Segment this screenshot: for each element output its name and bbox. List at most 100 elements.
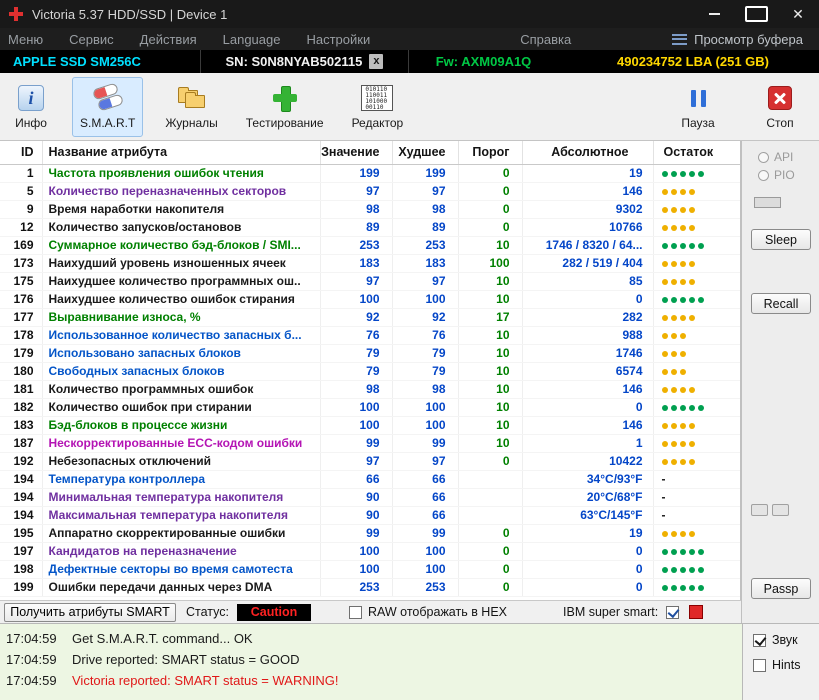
api-radio-label: API — [774, 150, 794, 164]
buffer-view-button[interactable]: Просмотр буфера — [672, 32, 819, 47]
log-panel: 17:04:59 Get S.M.A.R.T. command... OK 17:0… — [0, 623, 742, 700]
smart-attributes-table: ID Название атрибута Значение Худшее Пор… — [0, 141, 741, 600]
table-row[interactable]: 177 Выравнивание износа, % 92 92 17 282 — [0, 308, 740, 327]
attr-worst: 253 — [392, 236, 459, 255]
attr-id: 199 — [0, 578, 43, 597]
table-row[interactable]: 194 Максимальная температура накопителя 90… — [0, 506, 740, 525]
menu-item-0[interactable]: Меню — [8, 32, 43, 47]
header-worst[interactable]: Худшее — [392, 141, 459, 165]
attr-worst: 199 — [392, 164, 459, 183]
attr-name: Наихудшее количество ошибок стирания — [42, 290, 321, 309]
journals-tab-button[interactable]: Журналы — [157, 77, 225, 137]
header-name[interactable]: Название атрибута — [42, 141, 321, 165]
attr-worst: 100 — [392, 560, 459, 579]
table-row[interactable]: 187 Нескорректированные ECC-кодом ошибки 9… — [0, 434, 740, 453]
status-label: Статус: — [186, 605, 229, 619]
attr-threshold: 0 — [458, 200, 523, 219]
editor-tab-button[interactable]: 010110 110011 101000 00110 Редактор — [344, 77, 412, 137]
table-row[interactable]: 1 Частота проявления ошибок чтения 199 199 0… — [0, 164, 740, 183]
attr-worst: 89 — [392, 218, 459, 237]
menu-item-5[interactable]: Справка — [520, 32, 571, 47]
table-row[interactable]: 179 Использовано запасных блоков 79 79 10 174… — [0, 344, 740, 363]
pio-radio[interactable]: PIO — [758, 168, 795, 182]
stop-button[interactable]: Стоп — [751, 77, 809, 137]
menu-bar: Меню Сервис Действия Language Настройки Справ… — [0, 28, 819, 50]
header-absolute[interactable]: Абсолютное — [522, 141, 654, 165]
log-entry: 17:04:59 Drive reported: SMART status = G… — [0, 649, 742, 670]
raw-hex-checkbox[interactable]: RAW отображать в HEX — [349, 605, 507, 619]
api-radio[interactable]: API — [758, 150, 793, 164]
maximize-button[interactable] — [735, 0, 777, 28]
log-message: Drive reported: SMART status = GOOD — [72, 652, 300, 667]
attr-value: 99 — [320, 524, 393, 543]
table-row[interactable]: 9 Время наработки накопителя 98 98 0 9302 — [0, 200, 740, 219]
table-row[interactable]: 12 Количество запусков/остановов 89 89 0 1076… — [0, 218, 740, 237]
sound-checkbox[interactable]: Звук — [753, 633, 819, 647]
header-value[interactable]: Значение — [320, 141, 393, 165]
table-row[interactable]: 175 Наихудшее количество программных ош..… — [0, 272, 740, 291]
testing-tab-button[interactable]: Тестирование — [238, 77, 332, 137]
attr-id: 194 — [0, 506, 43, 525]
menu-item-3[interactable]: Language — [223, 32, 281, 47]
menu-item-4[interactable]: Настройки — [306, 32, 370, 47]
table-row[interactable]: 198 Дефектные секторы во время самотеста 1… — [0, 560, 740, 579]
get-smart-attributes-button[interactable]: Получить атрибуты SMART — [4, 602, 176, 622]
sleep-button[interactable]: Sleep — [751, 229, 811, 250]
recall-button[interactable]: Recall — [751, 293, 811, 314]
table-row[interactable]: 199 Ошибки передачи данных через DMA 253 25… — [0, 578, 740, 597]
attr-name: Время наработки накопителя — [42, 200, 321, 219]
header-threshold[interactable]: Порог — [458, 141, 523, 165]
attr-absolute: 6574 — [522, 362, 654, 381]
attr-name: Максимальная температура накопителя — [42, 506, 321, 525]
table-row[interactable]: 178 Использованное количество запасных б.… — [0, 326, 740, 345]
table-row[interactable]: 169 Суммарное количество бэд-блоков / SMI… — [0, 236, 740, 255]
attr-health-dots: - — [653, 488, 740, 507]
pause-button[interactable]: Пауза — [669, 77, 727, 137]
menu-item-1[interactable]: Сервис — [69, 32, 114, 47]
menu-item-2[interactable]: Действия — [140, 32, 197, 47]
attr-threshold — [458, 488, 523, 507]
table-row[interactable]: 182 Количество ошибок при стирании 100 100 1… — [0, 398, 740, 417]
ibm-super-smart-checkbox[interactable] — [666, 605, 680, 619]
attr-value: 90 — [320, 506, 393, 525]
smart-tab-button[interactable]: S.M.A.R.T — [72, 76, 144, 137]
attr-absolute: 1 — [522, 434, 654, 453]
attr-health-dots — [653, 560, 740, 579]
attr-absolute: 282 / 519 / 404 — [522, 254, 654, 273]
attr-health-dots — [653, 164, 740, 183]
minimize-button[interactable] — [693, 0, 735, 28]
table-row[interactable]: 197 Кандидатов на переназначение 100 100 0 0 — [0, 542, 740, 561]
close-button[interactable]: ✕ — [777, 0, 819, 28]
attr-absolute: 0 — [522, 560, 654, 579]
table-row[interactable]: 194 Температура контроллера 66 66 34°C/93°F - — [0, 470, 740, 489]
attr-health-dots — [653, 542, 740, 561]
attr-threshold: 0 — [458, 452, 523, 471]
table-row[interactable]: 195 Аппаратно скорректированные ошибки 99 9… — [0, 524, 740, 543]
serial-close-badge[interactable]: x — [369, 54, 384, 69]
hints-checkbox[interactable]: Hints — [753, 658, 819, 672]
table-row[interactable]: 173 Наихудший уровень изношенных ячеек 183… — [0, 254, 740, 273]
attr-id: 198 — [0, 560, 43, 579]
checkbox-icon — [349, 605, 362, 619]
attr-id: 181 — [0, 380, 43, 399]
mini-button-2[interactable] — [772, 504, 789, 516]
table-row[interactable]: 180 Свободных запасных блоков 79 79 10 6574 — [0, 362, 740, 381]
table-row[interactable]: 5 Количество переназначенных секторов 97 97… — [0, 182, 740, 201]
table-row[interactable]: 183 Бэд-блоков в процессе жизни 100 100 10 14… — [0, 416, 740, 435]
attr-id: 12 — [0, 218, 43, 237]
table-row[interactable]: 192 Небезопасных отключений 97 97 0 10422 — [0, 452, 740, 471]
info-tab-button[interactable]: Инфо — [2, 77, 60, 137]
passport-button[interactable]: Passp — [751, 578, 811, 599]
header-id[interactable]: ID — [0, 141, 43, 165]
pause-label: Пауза — [681, 116, 715, 130]
attr-value: 98 — [320, 380, 393, 399]
header-remaining[interactable]: Остаток — [653, 141, 740, 165]
mini-button-1[interactable] — [751, 504, 768, 516]
attr-value: 79 — [320, 362, 393, 381]
table-row[interactable]: 181 Количество программных ошибок 98 98 10 14… — [0, 380, 740, 399]
attr-id: 175 — [0, 272, 43, 291]
table-row[interactable]: 176 Наихудшее количество ошибок стирания 1… — [0, 290, 740, 309]
status-indicator-box — [754, 197, 781, 208]
attr-name: Аппаратно скорректированные ошибки — [42, 524, 321, 543]
table-row[interactable]: 194 Минимальная температура накопителя 90 6… — [0, 488, 740, 507]
